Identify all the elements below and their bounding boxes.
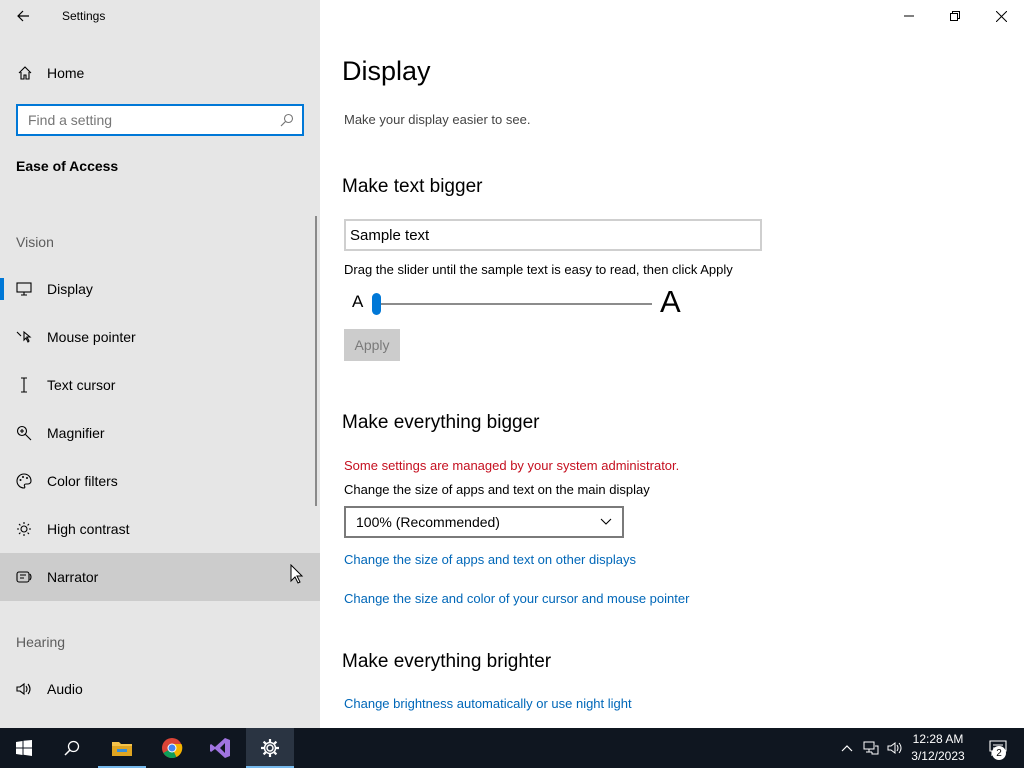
taskbar-file-explorer[interactable] — [98, 728, 146, 768]
mouse-cursor-icon — [290, 564, 304, 584]
visual-studio-icon — [210, 738, 230, 758]
notification-count-badge: 2 — [992, 746, 1006, 760]
sidebar-item-label: Audio — [47, 681, 83, 697]
home-icon — [17, 65, 33, 81]
text-size-slider[interactable]: A A — [344, 284, 694, 322]
page-title: Display — [342, 56, 431, 86]
sidebar-item-text-cursor[interactable]: Text cursor — [0, 361, 320, 409]
volume-icon — [887, 742, 902, 754]
search-placeholder: Find a setting — [28, 112, 113, 128]
sidebar-item-narrator[interactable]: Narrator — [0, 553, 320, 601]
narrator-icon — [15, 568, 33, 586]
sidebar-item-magnifier[interactable]: Magnifier — [0, 409, 320, 457]
slider-track[interactable] — [376, 303, 652, 305]
sidebar-item-label: Mouse pointer — [47, 329, 136, 345]
search-input[interactable]: Find a setting — [16, 104, 304, 136]
sidebar: Settings Home Find a setting Ease of Acc… — [0, 0, 320, 728]
sidebar-item-high-contrast[interactable]: High contrast — [0, 505, 320, 553]
taskbar-visual-studio[interactable] — [196, 728, 244, 768]
dropdown-value: 100% (Recommended) — [356, 514, 500, 530]
network-icon — [863, 741, 879, 755]
group-label-vision: Vision — [16, 234, 54, 250]
palette-icon — [15, 472, 33, 490]
clock-time: 12:28 AM — [912, 732, 964, 746]
taskbar-clock[interactable]: 12:28 AM 3/12/2023 — [906, 731, 970, 765]
slider-small-label: A — [352, 292, 364, 311]
clock-date: 3/12/2023 — [911, 749, 965, 763]
sidebar-item-display[interactable]: Display — [0, 265, 320, 313]
brightness-icon — [15, 520, 33, 538]
section-heading-everything-bigger: Make everything bigger — [342, 412, 540, 433]
taskbar-settings[interactable] — [246, 728, 294, 768]
slider-hint: Drag the slider until the sample text is… — [344, 262, 733, 277]
scale-label: Change the size of apps and text on the … — [344, 482, 650, 497]
chrome-icon — [162, 738, 183, 759]
slider-thumb[interactable] — [372, 293, 381, 315]
scale-dropdown[interactable]: 100% (Recommended) — [344, 506, 624, 538]
sidebar-item-label: High contrast — [47, 521, 130, 537]
section-title: Ease of Access — [16, 158, 119, 174]
tray-volume[interactable] — [884, 728, 906, 768]
taskbar-search-button[interactable] — [48, 728, 96, 768]
admin-warning: Some settings are managed by your system… — [344, 458, 680, 473]
back-arrow-icon — [17, 10, 29, 22]
titlebar-left: Settings — [0, 0, 320, 32]
taskbar-chrome[interactable] — [148, 728, 196, 768]
mouse-pointer-icon — [15, 328, 33, 346]
apply-button[interactable]: Apply — [344, 329, 400, 361]
taskbar: 12:28 AM 3/12/2023 — [0, 728, 1024, 768]
main-content: Display Make your display easier to see.… — [320, 0, 1024, 728]
file-explorer-icon — [112, 742, 132, 756]
window-controls — [886, 0, 1024, 32]
restore-icon — [950, 11, 960, 21]
sidebar-item-label: Display — [47, 281, 93, 297]
speaker-icon — [15, 680, 33, 698]
text-cursor-icon — [15, 376, 33, 394]
sidebar-item-label: Magnifier — [47, 425, 105, 441]
section-heading-brighter: Make everything brighter — [342, 651, 552, 672]
tray-network[interactable] — [860, 728, 882, 768]
sidebar-item-audio[interactable]: Audio — [0, 665, 320, 713]
search-icon — [64, 740, 80, 756]
tray-overflow-button[interactable] — [838, 728, 856, 768]
close-icon — [995, 10, 1007, 22]
magnifier-icon — [15, 424, 33, 442]
settings-gear-icon — [261, 739, 279, 757]
close-button[interactable] — [978, 0, 1024, 32]
sidebar-scrollbar[interactable] — [315, 216, 317, 506]
sidebar-item-label: Narrator — [47, 569, 99, 585]
back-button[interactable] — [0, 0, 46, 32]
link-brightness[interactable]: Change brightness automatically or use n… — [344, 696, 632, 711]
minimize-button[interactable] — [886, 0, 932, 32]
chevron-down-icon — [600, 518, 612, 525]
restore-button[interactable] — [932, 0, 978, 32]
monitor-icon — [15, 280, 33, 298]
start-button[interactable] — [0, 728, 48, 768]
sidebar-item-home[interactable]: Home — [0, 56, 320, 90]
minimize-icon — [904, 15, 914, 17]
sidebar-item-label: Text cursor — [47, 377, 116, 393]
sidebar-item-color-filters[interactable]: Color filters — [0, 457, 320, 505]
sidebar-item-label: Color filters — [47, 473, 118, 489]
sidebar-item-mouse-pointer[interactable]: Mouse pointer — [0, 313, 320, 361]
link-other-displays[interactable]: Change the size of apps and text on othe… — [344, 552, 636, 567]
chevron-up-icon — [841, 745, 853, 752]
slider-large-label: A — [660, 284, 681, 319]
sidebar-item-label: Home — [47, 65, 85, 81]
windows-start-icon — [16, 740, 32, 756]
group-label-hearing: Hearing — [16, 634, 66, 650]
app-title: Settings — [62, 9, 106, 23]
section-heading-text-bigger: Make text bigger — [342, 176, 483, 197]
search-icon[interactable] — [272, 113, 302, 127]
link-cursor-size[interactable]: Change the size and color of your cursor… — [344, 591, 689, 606]
page-subtitle: Make your display easier to see. — [344, 112, 531, 127]
sample-text-preview: Sample text — [344, 219, 762, 251]
